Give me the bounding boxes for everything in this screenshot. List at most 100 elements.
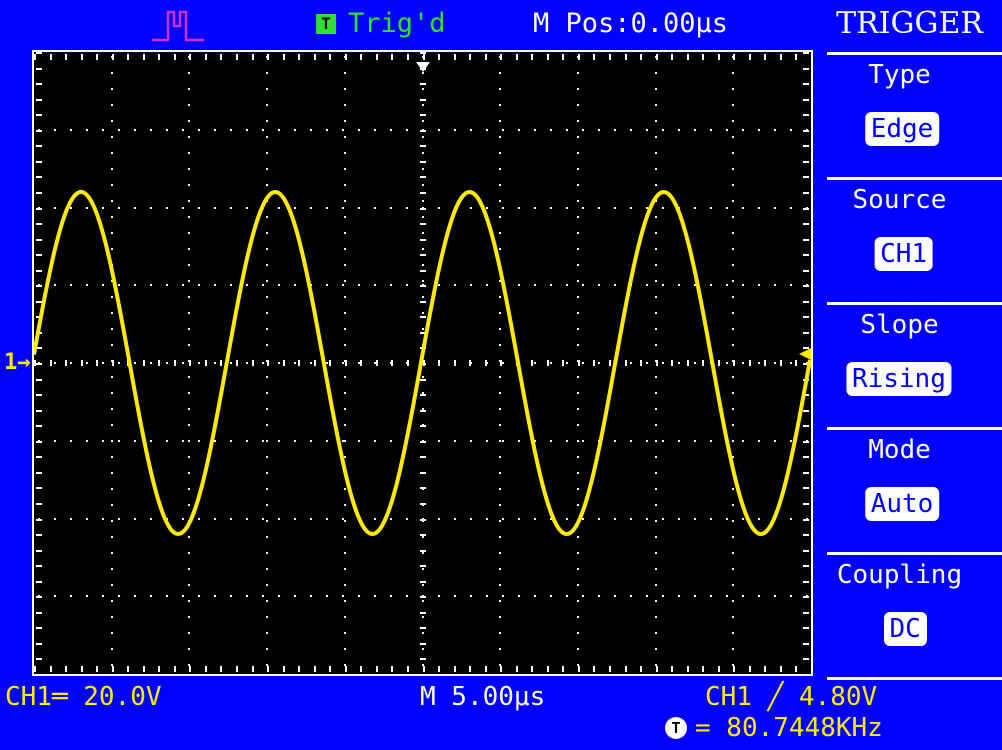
grid-dot bbox=[749, 54, 751, 60]
grid-dot bbox=[499, 248, 501, 250]
grid-dot bbox=[266, 408, 268, 410]
grid-dot bbox=[111, 456, 113, 458]
grid-dot bbox=[360, 360, 362, 366]
trigger-slope-value[interactable]: Rising bbox=[845, 362, 952, 396]
grid-dot bbox=[577, 168, 579, 170]
grid-dot bbox=[134, 129, 136, 131]
grid-dot bbox=[662, 518, 664, 520]
grid-dot bbox=[655, 168, 657, 170]
grid-dot bbox=[344, 168, 346, 170]
grid-dot bbox=[499, 664, 501, 666]
grid-dot bbox=[803, 487, 809, 489]
menu-item-slope[interactable]: Slope Rising bbox=[817, 302, 1002, 427]
grid-dot bbox=[36, 534, 42, 536]
grid-dot bbox=[630, 518, 632, 520]
grid-dot bbox=[499, 376, 501, 378]
grid-dot bbox=[438, 518, 440, 520]
menu-divider bbox=[827, 302, 1002, 305]
grid-dot bbox=[420, 596, 426, 598]
grid-dot bbox=[678, 129, 680, 131]
grid-dot bbox=[726, 207, 728, 209]
grid-dot bbox=[758, 595, 760, 597]
grid-dot bbox=[36, 596, 42, 598]
menu-item-source[interactable]: Source CH1 bbox=[817, 177, 1002, 302]
grid-dot bbox=[188, 200, 190, 202]
trigger-type-value[interactable]: Edge bbox=[864, 112, 940, 146]
grid-dot bbox=[150, 362, 152, 364]
grid-dot bbox=[111, 344, 113, 346]
grid-dot bbox=[499, 328, 501, 330]
grid-dot bbox=[54, 440, 56, 442]
grid-dot bbox=[499, 200, 501, 202]
grid-dot bbox=[577, 248, 579, 250]
grid-dot bbox=[65, 54, 67, 60]
grid-dot bbox=[422, 104, 424, 106]
grid-dot bbox=[344, 136, 346, 138]
grid-dot bbox=[391, 54, 393, 60]
trigger-source-value[interactable]: CH1 bbox=[874, 237, 934, 271]
grid-dot bbox=[423, 54, 425, 60]
menu-item-label: Type bbox=[868, 60, 931, 90]
grid-dot bbox=[81, 54, 83, 60]
grid-dot bbox=[671, 666, 673, 672]
grid-dot bbox=[54, 518, 56, 520]
grid-dot bbox=[758, 518, 760, 520]
grid-dot bbox=[266, 296, 268, 298]
waveform-display[interactable] bbox=[32, 50, 813, 676]
grid-dot bbox=[376, 666, 378, 672]
grid-dot bbox=[655, 408, 657, 410]
grid-dot bbox=[36, 161, 42, 163]
grid-dot bbox=[188, 376, 190, 378]
grid-dot bbox=[593, 666, 595, 672]
grid-dot bbox=[655, 296, 657, 298]
trigger-coupling-value[interactable]: DC bbox=[883, 612, 927, 646]
grid-dot bbox=[749, 360, 751, 366]
grid-dot bbox=[646, 207, 648, 209]
grid-dot bbox=[710, 284, 712, 286]
grid-dot bbox=[86, 129, 88, 131]
grid-dot bbox=[36, 301, 42, 303]
grid-dot bbox=[205, 666, 207, 672]
grid-dot bbox=[294, 207, 296, 209]
grid-dot bbox=[662, 284, 664, 286]
menu-item-coupling[interactable]: Coupling DC bbox=[817, 552, 1002, 677]
grid-dot bbox=[803, 534, 809, 536]
grid-dot bbox=[499, 104, 501, 106]
grid-dot bbox=[758, 440, 760, 442]
grid-dot bbox=[342, 518, 344, 520]
grid-dot bbox=[111, 104, 113, 106]
grid-dot bbox=[188, 616, 190, 618]
grid-dot bbox=[188, 408, 190, 410]
grid-dot bbox=[252, 54, 254, 60]
grid-dot bbox=[34, 54, 36, 60]
grid-dot bbox=[34, 666, 36, 672]
grid-dot bbox=[344, 488, 346, 490]
trigger-mode-value[interactable]: Auto bbox=[864, 487, 940, 521]
grid-dot bbox=[803, 503, 809, 505]
grid-dot bbox=[694, 595, 696, 597]
menu-item-mode[interactable]: Mode Auto bbox=[817, 427, 1002, 552]
grid-dot bbox=[344, 152, 346, 154]
grid-dot bbox=[266, 136, 268, 138]
grid-dot bbox=[499, 536, 501, 538]
grid-dot bbox=[803, 208, 809, 210]
grid-dot bbox=[499, 648, 501, 650]
grid-dot bbox=[310, 362, 312, 364]
grid-dot bbox=[310, 207, 312, 209]
menu-item-type[interactable]: Type Edge bbox=[817, 52, 1002, 177]
grid-dot bbox=[742, 207, 744, 209]
grid-dot bbox=[182, 284, 184, 286]
grid-dot bbox=[36, 192, 42, 194]
grid-dot bbox=[614, 518, 616, 520]
grid-dot bbox=[803, 285, 809, 287]
grid-dot bbox=[550, 207, 552, 209]
grid-dot bbox=[534, 362, 536, 364]
grid-dot bbox=[298, 666, 300, 672]
grid-dot bbox=[598, 518, 600, 520]
grid-dot bbox=[655, 568, 657, 570]
grid-dot bbox=[246, 129, 248, 131]
grid-dot bbox=[726, 284, 728, 286]
grid-dot bbox=[342, 595, 344, 597]
grid-dot bbox=[577, 632, 579, 634]
grid-dot bbox=[198, 129, 200, 131]
